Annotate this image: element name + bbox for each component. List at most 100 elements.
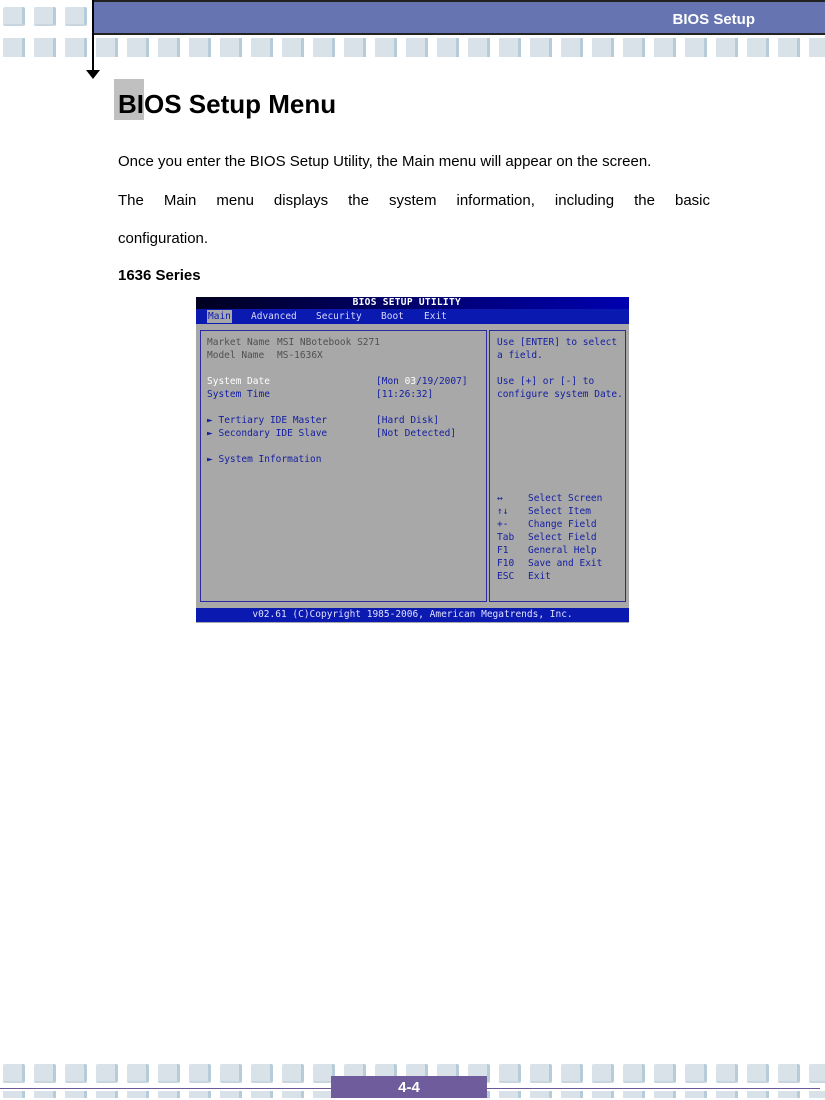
decorative-tile	[530, 1091, 552, 1098]
decorative-tile	[561, 1064, 583, 1083]
decorative-tile	[499, 1064, 521, 1083]
decorative-tile	[747, 1064, 769, 1083]
decorative-tile	[158, 1091, 180, 1098]
decorative-tile	[96, 1064, 118, 1083]
decorative-tile	[437, 38, 459, 57]
decorative-tile	[561, 1091, 583, 1098]
bios-tab-advanced[interactable]: Advanced	[250, 310, 298, 323]
paragraph-configuration: configuration.	[118, 230, 209, 247]
key-legend-action: Exit	[528, 571, 551, 582]
bios-tab-main[interactable]: Main	[207, 310, 232, 323]
bios-screenshot: BIOS SETUP UTILITY Main Advanced Securit…	[196, 297, 629, 623]
decorative-tile	[375, 38, 397, 57]
submenu-arrow-icon: ►	[207, 415, 213, 426]
decorative-tile	[778, 1091, 800, 1098]
paragraph-intro: Once you enter the BIOS Setup Utility, t…	[118, 153, 652, 170]
date-field-highlight: 03	[404, 376, 417, 387]
decorative-tile	[592, 1091, 614, 1098]
bios-tab-exit[interactable]: Exit	[423, 310, 448, 323]
decorative-tile	[220, 1091, 242, 1098]
decorative-tile	[809, 1091, 825, 1098]
decorative-tile	[809, 38, 825, 57]
decorative-tile	[220, 38, 242, 57]
decorative-tile	[251, 1091, 273, 1098]
header-bar: BIOS Setup	[93, 0, 825, 35]
bios-value-system-date[interactable]: [Mon 03/19/2007]	[376, 376, 468, 388]
decorative-tile	[406, 38, 428, 57]
submenu-label: Secondary IDE Slave	[218, 428, 328, 439]
decorative-tile	[65, 38, 87, 57]
decorative-tile	[127, 1091, 149, 1098]
series-heading: 1636 Series	[118, 267, 201, 284]
decorative-tile	[747, 38, 769, 57]
decorative-tile	[778, 1064, 800, 1083]
key-legend-action: Change Field	[528, 519, 597, 530]
bios-submenu-system-information[interactable]: ► System Information	[207, 454, 321, 466]
decorative-tile	[127, 38, 149, 57]
key-legend-action: Select Item	[528, 506, 591, 517]
decorative-tile	[530, 38, 552, 57]
bios-item-system-date[interactable]: System Date	[207, 376, 270, 388]
decorative-tile	[592, 1064, 614, 1083]
submenu-label: Tertiary IDE Master	[218, 415, 328, 426]
help-text-line-3: Use [+] or [-] to	[497, 376, 595, 387]
decorative-tile	[189, 1064, 211, 1083]
key-legend-key: F1	[497, 545, 509, 556]
key-legend-key: F10	[497, 558, 515, 569]
bios-value-secondary-ide-slave: [Not Detected]	[376, 428, 457, 439]
bios-main-panel: Market Name MSI NBotebook S271 Model Nam…	[200, 330, 487, 602]
decorative-tile	[96, 38, 118, 57]
decorative-tile	[282, 1091, 304, 1098]
bios-label-model-name: Model Name	[207, 350, 265, 361]
bios-value-system-time[interactable]: [11:26:32]	[376, 389, 433, 401]
decorative-tile	[561, 38, 583, 57]
bios-tab-boot[interactable]: Boot	[380, 310, 405, 323]
decorative-tile	[158, 1064, 180, 1083]
key-legend-action: Save and Exit	[528, 558, 603, 569]
decorative-tile	[809, 1064, 825, 1083]
decorative-tile	[282, 38, 304, 57]
decorative-tile	[468, 38, 490, 57]
key-legend-key: ↑↓	[497, 506, 509, 517]
decorative-tile	[654, 1064, 676, 1083]
bios-submenu-secondary-ide-slave[interactable]: ► Secondary IDE Slave	[207, 428, 327, 440]
decorative-tile	[34, 38, 56, 57]
decorative-tile	[530, 1064, 552, 1083]
decorative-tile	[313, 38, 335, 57]
decorative-tile	[3, 1091, 25, 1098]
decorative-tile	[654, 38, 676, 57]
decorative-tile	[685, 1091, 707, 1098]
decorative-tile	[685, 1064, 707, 1083]
decorative-tile	[716, 38, 738, 57]
decorative-tile	[220, 1064, 242, 1083]
decorative-tile	[251, 1064, 273, 1083]
key-legend-action: Select Screen	[528, 493, 603, 504]
decorative-tile	[623, 1091, 645, 1098]
decorative-tile	[623, 1064, 645, 1083]
bios-value-tertiary-ide-master: [Hard Disk]	[376, 415, 439, 426]
decorative-tile	[716, 1064, 738, 1083]
bios-item-system-time[interactable]: System Time	[207, 389, 270, 401]
key-legend-action: General Help	[528, 545, 597, 556]
bios-help-panel: Use [ENTER] to select a field. Use [+] o…	[489, 330, 626, 602]
bios-title: BIOS SETUP UTILITY	[352, 297, 461, 308]
submenu-label: System Information	[218, 454, 322, 465]
help-text-line-2: a field.	[497, 350, 543, 361]
bios-label-market-name: Market Name	[207, 337, 270, 348]
decorative-tile	[158, 38, 180, 57]
decorative-tile	[96, 1091, 118, 1098]
help-text-line-4: configure system Date.	[497, 389, 623, 400]
decorative-tile	[65, 1064, 87, 1083]
decorative-tile	[34, 1064, 56, 1083]
decorative-tile	[499, 38, 521, 57]
arrow-down-icon	[86, 70, 100, 79]
decorative-tile	[3, 38, 25, 57]
bios-titlebar: BIOS SETUP UTILITY	[196, 297, 629, 309]
decorative-tile	[747, 1091, 769, 1098]
decorative-tile	[778, 38, 800, 57]
bios-tab-security[interactable]: Security	[315, 310, 363, 323]
key-legend-action: Select Field	[528, 532, 597, 543]
bios-tab-bar: Main Advanced Security Boot Exit	[196, 309, 629, 324]
bios-submenu-tertiary-ide-master[interactable]: ► Tertiary IDE Master	[207, 415, 327, 427]
section-title: BIOS Setup	[672, 11, 755, 28]
